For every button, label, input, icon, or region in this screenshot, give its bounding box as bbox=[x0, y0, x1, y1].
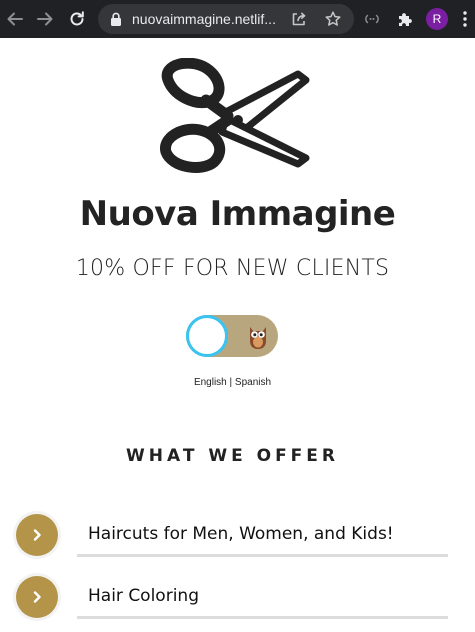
forward-arrow-icon bbox=[37, 12, 53, 26]
back-button[interactable] bbox=[3, 7, 27, 31]
star-icon[interactable] bbox=[324, 10, 342, 28]
chevron-right-icon bbox=[33, 529, 41, 541]
english-link[interactable]: English bbox=[194, 377, 227, 388]
expand-button[interactable] bbox=[16, 514, 58, 556]
url-text[interactable]: nuovaimmagine.netlif... bbox=[132, 11, 280, 27]
reload-icon bbox=[70, 11, 84, 26]
scissors-icon bbox=[160, 58, 310, 173]
puzzle-icon[interactable] bbox=[395, 9, 415, 29]
cast-icon[interactable] bbox=[362, 9, 382, 29]
address-bar[interactable]: nuovaimmagine.netlif... bbox=[98, 4, 354, 34]
reload-button[interactable] bbox=[65, 7, 89, 31]
share-icon[interactable] bbox=[290, 10, 308, 28]
language-toggle[interactable] bbox=[186, 315, 278, 357]
toggle-knob[interactable] bbox=[186, 315, 228, 357]
language-separator: | bbox=[229, 377, 233, 388]
back-arrow-icon bbox=[7, 12, 23, 26]
what-we-offer-heading: WHAT WE OFFER bbox=[126, 446, 339, 466]
site-title: Nuova Immagine bbox=[79, 194, 396, 234]
offer-label[interactable]: Hair Coloring bbox=[77, 576, 448, 619]
browser-toolbar: nuovaimmagine.netlif... R bbox=[0, 0, 475, 38]
expand-button[interactable] bbox=[16, 576, 58, 618]
offer-item[interactable]: Haircuts for Men, Women, and Kids! bbox=[16, 514, 448, 558]
profile-avatar[interactable]: R bbox=[426, 8, 448, 30]
forward-button[interactable] bbox=[33, 7, 57, 31]
chevron-right-icon bbox=[33, 591, 41, 603]
owl-icon bbox=[250, 327, 266, 349]
offer-label[interactable]: Haircuts for Men, Women, and Kids! bbox=[77, 514, 448, 557]
spanish-link[interactable]: Spanish bbox=[235, 377, 271, 388]
language-options: English | Spanish bbox=[0, 377, 465, 388]
lock-icon[interactable] bbox=[110, 12, 122, 26]
offer-item[interactable]: Hair Coloring bbox=[16, 576, 448, 620]
more-vert-icon[interactable] bbox=[462, 9, 468, 29]
promo-subtitle: 10% OFF FOR NEW CLIENTS bbox=[75, 256, 390, 281]
